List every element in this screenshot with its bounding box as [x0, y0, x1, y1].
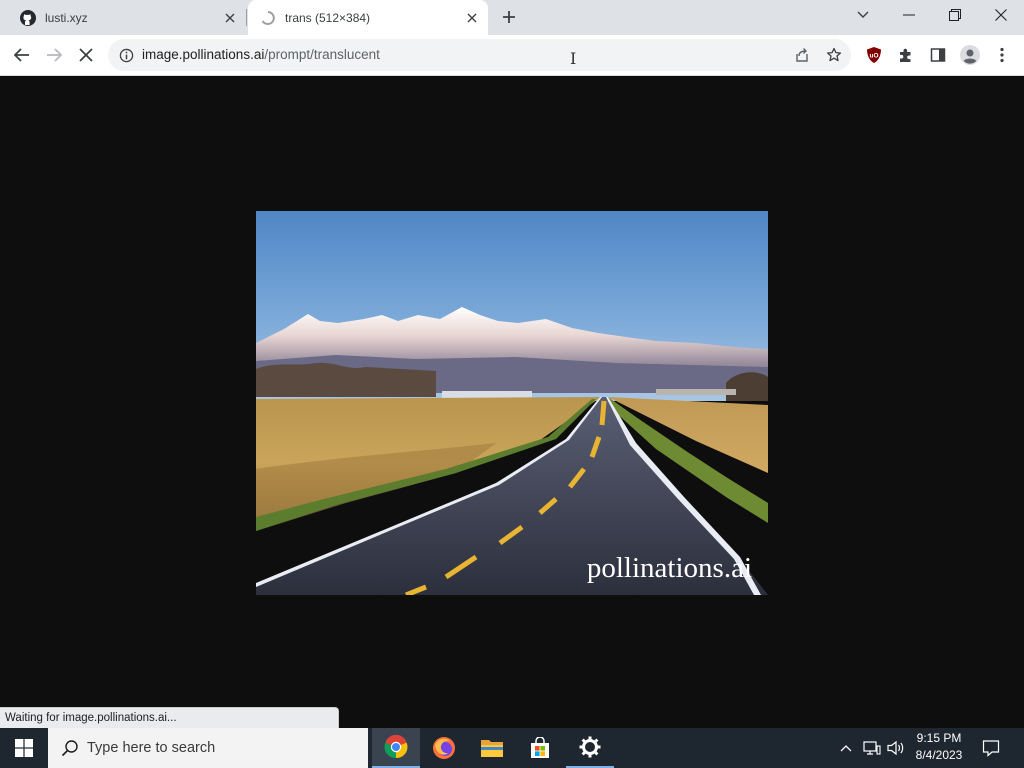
chevron-down-icon — [857, 11, 869, 18]
stop-icon — [79, 48, 93, 62]
close-icon — [995, 9, 1007, 21]
windows-logo-icon — [15, 739, 33, 757]
puzzle-icon — [900, 48, 911, 62]
generated-image: pollinations.ai — [256, 211, 768, 595]
clock-time: 9:15 PM — [916, 731, 962, 745]
back-button[interactable] — [8, 41, 36, 69]
file-explorer-icon — [481, 740, 503, 757]
image-watermark: pollinations.ai — [587, 552, 752, 584]
taskbar: Type here to search 9:15 PM 8/4/2023 — [0, 728, 1024, 768]
close-window-button[interactable] — [978, 0, 1024, 30]
search-icon — [61, 739, 79, 757]
network-button[interactable] — [860, 728, 884, 768]
chrome-icon — [384, 735, 408, 759]
address-bar[interactable]: image.pollinations.ai/prompt/translucent… — [108, 39, 851, 71]
url-text[interactable]: image.pollinations.ai/prompt/translucent — [142, 47, 380, 62]
start-button[interactable] — [0, 728, 48, 768]
clock-date: 8/4/2023 — [915, 748, 963, 762]
tab-title: lusti.xyz — [45, 10, 88, 25]
tab-strip: lusti.xyz trans (512×384) — [0, 0, 1024, 35]
bookmark-star-icon[interactable] — [824, 45, 844, 65]
browser-toolbar: image.pollinations.ai/prompt/translucent… — [0, 35, 1024, 76]
taskbar-app-file-explorer[interactable] — [468, 728, 516, 768]
svg-text:uO: uO — [869, 53, 878, 60]
tab-separator — [246, 9, 247, 26]
taskbar-app-chrome[interactable] — [372, 728, 420, 768]
settings-icon — [579, 736, 601, 758]
forward-button[interactable] — [40, 41, 68, 69]
github-icon — [20, 9, 36, 26]
restore-icon — [949, 9, 961, 21]
extensions-button[interactable] — [892, 41, 920, 69]
close-icon[interactable] — [464, 10, 480, 26]
tab-trans[interactable]: trans (512×384) — [248, 0, 488, 35]
ublock-extension-button[interactable]: uO — [860, 41, 888, 69]
menu-button[interactable] — [988, 41, 1016, 69]
taskbar-search-box[interactable]: Type here to search — [48, 728, 368, 768]
url-host: image.pollinations.ai — [142, 47, 265, 62]
share-icon[interactable] — [792, 45, 812, 65]
show-hidden-icons-button[interactable] — [836, 728, 856, 768]
microsoft-store-icon — [531, 737, 549, 758]
arrow-right-icon — [47, 48, 62, 62]
tab-search-button[interactable] — [840, 0, 886, 30]
arrow-left-icon — [14, 48, 29, 62]
kebab-menu-icon — [1000, 47, 1004, 63]
side-panel-icon — [930, 48, 946, 62]
taskbar-app-settings[interactable] — [566, 728, 614, 768]
close-icon[interactable] — [222, 10, 238, 26]
minimize-icon — [903, 14, 915, 16]
tab-title: trans (512×384) — [285, 10, 371, 25]
tab-lusti[interactable]: lusti.xyz — [8, 0, 246, 35]
chevron-up-icon — [840, 745, 852, 752]
volume-button[interactable] — [884, 728, 908, 768]
notification-icon — [982, 740, 1000, 757]
minimize-button[interactable] — [886, 0, 932, 30]
text-cursor-icon: I — [570, 49, 577, 68]
profile-button[interactable] — [956, 41, 984, 69]
new-tab-button[interactable] — [499, 7, 519, 27]
avatar-icon — [960, 45, 980, 65]
status-bubble: Waiting for image.pollinations.ai... — [0, 707, 339, 728]
taskbar-app-store[interactable] — [516, 728, 564, 768]
clock[interactable]: 9:15 PM 8/4/2023 — [908, 731, 970, 762]
search-placeholder: Type here to search — [87, 740, 216, 756]
network-icon — [863, 741, 881, 755]
url-path: /prompt/translucent — [264, 47, 380, 62]
firefox-icon — [433, 737, 455, 759]
speaker-icon — [887, 740, 904, 756]
loading-spinner-icon — [260, 10, 276, 26]
ublock-shield-icon: uO — [867, 47, 881, 63]
page-viewport: pollinations.ai Waiting for image.pollin… — [0, 76, 1024, 728]
stop-button[interactable] — [72, 41, 100, 69]
restore-button[interactable] — [932, 0, 978, 30]
notifications-button[interactable] — [976, 728, 1006, 768]
side-panel-button[interactable] — [924, 41, 952, 69]
info-icon[interactable] — [118, 47, 134, 63]
taskbar-app-firefox[interactable] — [420, 728, 468, 768]
